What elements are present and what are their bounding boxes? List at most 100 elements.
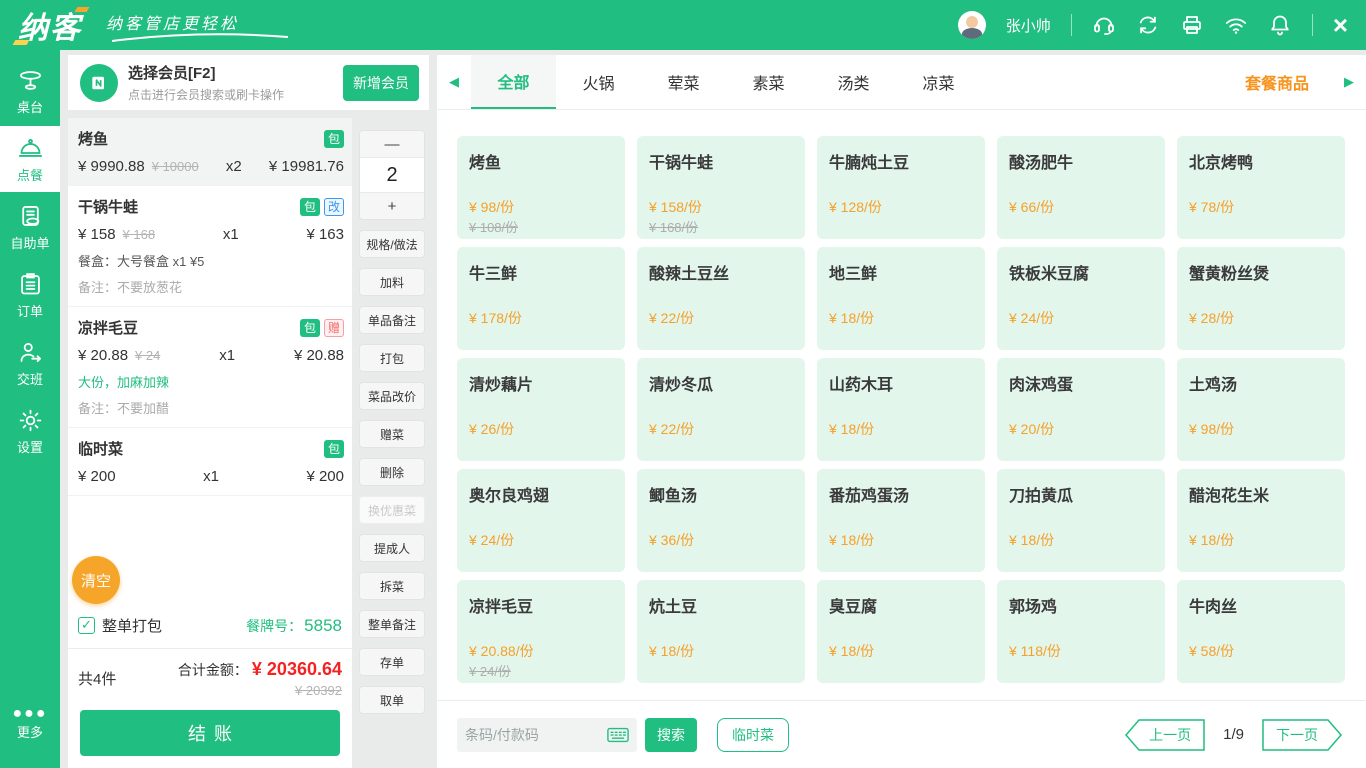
avatar[interactable] bbox=[958, 11, 986, 39]
sidebar: 桌台 点餐 自助单 订单 交班 设置 ●●● 更多 bbox=[0, 50, 60, 768]
pack-badge: 包 bbox=[300, 198, 320, 216]
clear-order-button[interactable]: 清空 bbox=[72, 556, 120, 604]
bottom-bar: 搜索 临时菜 上一页 1/9 下一页 bbox=[437, 700, 1366, 768]
dish-card[interactable]: 地三鲜¥ 18/份 bbox=[817, 247, 985, 350]
temp-dish-button[interactable]: 临时菜 bbox=[717, 718, 789, 752]
dish-card[interactable]: 北京烤鸭¥ 78/份 bbox=[1177, 136, 1345, 239]
sidebar-item-order-food[interactable]: 点餐 bbox=[0, 126, 60, 192]
dish-card[interactable]: 郭场鸡¥ 118/份 bbox=[997, 580, 1165, 683]
split-dish-button[interactable]: 拆菜 bbox=[359, 572, 425, 600]
qty-plus-button[interactable]: + bbox=[360, 193, 424, 219]
member-panel[interactable]: 选择会员[F2] 点击进行会员搜索或刷卡操作 新增会员 bbox=[68, 55, 429, 110]
order-item-row[interactable]: 干锅牛蛙 包 改 ¥ 158 ¥ 168 x1 ¥ 163 餐盒：大号餐盒 x1… bbox=[68, 186, 352, 307]
item-remark-button[interactable]: 单品备注 bbox=[359, 306, 425, 334]
checkout-button[interactable]: 结账 bbox=[80, 710, 340, 756]
search-button[interactable]: 搜索 bbox=[645, 718, 697, 752]
dish-card[interactable]: 鲫鱼汤¥ 36/份 bbox=[637, 469, 805, 572]
dish-card[interactable]: 清炒冬瓜¥ 22/份 bbox=[637, 358, 805, 461]
dish-card[interactable]: 酸辣土豆丝¥ 22/份 bbox=[637, 247, 805, 350]
commission-person-button[interactable]: 提成人 bbox=[359, 534, 425, 562]
order-item-total: ¥ 20.88 bbox=[294, 347, 344, 364]
dish-card[interactable]: 山药木耳¥ 18/份 bbox=[817, 358, 985, 461]
prev-page-button[interactable]: 上一页 bbox=[1125, 719, 1205, 751]
order-item-row[interactable]: 烤鱼 包 ¥ 9990.88 ¥ 10000 x2 ¥ 19981.76 bbox=[68, 118, 352, 186]
combo-products-tab[interactable]: 套餐商品 bbox=[1222, 55, 1332, 109]
dish-card[interactable]: 牛肉丝¥ 58/份 bbox=[1177, 580, 1345, 683]
sidebar-item-orders[interactable]: 订单 bbox=[0, 262, 60, 328]
wifi-icon[interactable] bbox=[1224, 13, 1248, 37]
dish-card[interactable]: 肉沫鸡蛋¥ 20/份 bbox=[997, 358, 1165, 461]
order-item-note: 备注：不要加醋 bbox=[78, 398, 344, 417]
member-select-subtitle: 点击进行会员搜索或刷卡操作 bbox=[128, 86, 284, 103]
order-item-qty: x2 bbox=[226, 158, 242, 175]
sidebar-item-more[interactable]: ●●● 更多 bbox=[0, 692, 60, 758]
tab-meat[interactable]: 荤菜 bbox=[641, 55, 726, 109]
self-order-icon bbox=[17, 203, 44, 230]
tab-hotpot[interactable]: 火锅 bbox=[556, 55, 641, 109]
tabs-scroll-right-icon[interactable]: ▶ bbox=[1332, 55, 1366, 109]
dish-card[interactable]: 清炒藕片¥ 26/份 bbox=[457, 358, 625, 461]
pack-whole-order-checkbox[interactable]: ✓ bbox=[78, 617, 95, 634]
dish-card[interactable]: 番茄鸡蛋汤¥ 18/份 bbox=[817, 469, 985, 572]
dish-card[interactable]: 牛腩炖土豆¥ 128/份 bbox=[817, 136, 985, 239]
quantity-stepper: — 2 + bbox=[359, 130, 425, 220]
sidebar-item-self-order[interactable]: 自助单 bbox=[0, 194, 60, 260]
order-item-original-price: ¥ 168 bbox=[123, 227, 156, 242]
order-item-name: 临时菜 bbox=[78, 438, 123, 459]
order-item-row[interactable]: 凉拌毛豆 包 赠 ¥ 20.88 ¥ 24 x1 ¥ 20.88 大份，加麻加辣… bbox=[68, 307, 352, 428]
pack-button[interactable]: 打包 bbox=[359, 344, 425, 372]
retrieve-order-button[interactable]: 取单 bbox=[359, 686, 425, 714]
dish-card[interactable]: 蟹黄粉丝煲¥ 28/份 bbox=[1177, 247, 1345, 350]
order-remark-button[interactable]: 整单备注 bbox=[359, 610, 425, 638]
tab-vegetable[interactable]: 素菜 bbox=[726, 55, 811, 109]
dish-card[interactable]: 酸汤肥牛¥ 66/份 bbox=[997, 136, 1165, 239]
sidebar-item-tables[interactable]: 桌台 bbox=[0, 58, 60, 124]
table-icon bbox=[17, 67, 44, 94]
dish-card[interactable]: 奥尔良鸡翅¥ 24/份 bbox=[457, 469, 625, 572]
dish-card[interactable]: 干锅牛蛙¥ 158/份¥ 168/份 bbox=[637, 136, 805, 239]
tabs-scroll-left-icon[interactable]: ◀ bbox=[437, 55, 471, 109]
order-item-price: ¥ 9990.88 bbox=[78, 158, 145, 175]
order-item-note: 备注：不要放葱花 bbox=[78, 277, 344, 296]
printer-icon[interactable] bbox=[1180, 13, 1204, 37]
dish-card[interactable]: 土鸡汤¥ 98/份 bbox=[1177, 358, 1345, 461]
table-tag-label: 餐牌号： bbox=[246, 616, 302, 636]
tab-cold-dish[interactable]: 凉菜 bbox=[896, 55, 981, 109]
order-item-extra: 餐盒：大号餐盒 x1 ¥5 bbox=[78, 251, 344, 270]
sync-icon[interactable] bbox=[1136, 13, 1160, 37]
tab-all[interactable]: 全部 bbox=[471, 55, 556, 109]
qty-minus-button[interactable]: — bbox=[360, 131, 424, 157]
keyboard-icon[interactable] bbox=[607, 727, 629, 743]
add-member-button[interactable]: 新增会员 bbox=[343, 65, 419, 101]
save-order-button[interactable]: 存单 bbox=[359, 648, 425, 676]
dish-card[interactable]: 刀拍黄瓜¥ 18/份 bbox=[997, 469, 1165, 572]
order-item-row[interactable]: 临时菜 包 ¥ 200 x1 ¥ 200 bbox=[68, 428, 352, 496]
tab-soup[interactable]: 汤类 bbox=[811, 55, 896, 109]
dish-card[interactable]: 凉拌毛豆¥ 20.88/份¥ 24/份 bbox=[457, 580, 625, 683]
spec-method-button[interactable]: 规格/做法 bbox=[359, 230, 425, 258]
dish-card[interactable]: 炕土豆¥ 18/份 bbox=[637, 580, 805, 683]
add-ingredient-button[interactable]: 加料 bbox=[359, 268, 425, 296]
headset-icon[interactable] bbox=[1092, 13, 1116, 37]
dish-card[interactable]: 醋泡花生米¥ 18/份 bbox=[1177, 469, 1345, 572]
bell-icon[interactable] bbox=[1268, 13, 1292, 37]
change-price-button[interactable]: 菜品改价 bbox=[359, 382, 425, 410]
dish-card[interactable]: 牛三鲜¥ 178/份 bbox=[457, 247, 625, 350]
order-item-price: ¥ 200 bbox=[78, 468, 116, 485]
sidebar-item-settings[interactable]: 设置 bbox=[0, 398, 60, 464]
pack-whole-order-label: 整单打包 bbox=[102, 615, 162, 636]
order-item-name: 凉拌毛豆 bbox=[78, 317, 138, 338]
dish-card[interactable]: 铁板米豆腐¥ 24/份 bbox=[997, 247, 1165, 350]
delete-button[interactable]: 删除 bbox=[359, 458, 425, 486]
dish-card[interactable]: 烤鱼¥ 98/份¥ 108/份 bbox=[457, 136, 625, 239]
page-indicator: 1/9 bbox=[1223, 726, 1244, 743]
top-bar: 纳客 纳客管店更轻松 张小帅 bbox=[0, 0, 1366, 50]
gift-dish-button[interactable]: 赠菜 bbox=[359, 420, 425, 448]
sidebar-item-shift-change[interactable]: 交班 bbox=[0, 330, 60, 396]
close-icon[interactable]: × bbox=[1333, 14, 1348, 36]
barcode-input[interactable] bbox=[465, 727, 607, 743]
order-item-spec: 大份，加麻加辣 bbox=[78, 372, 344, 391]
gift-badge: 赠 bbox=[324, 319, 344, 337]
next-page-button[interactable]: 下一页 bbox=[1262, 719, 1342, 751]
dish-card[interactable]: 臭豆腐¥ 18/份 bbox=[817, 580, 985, 683]
